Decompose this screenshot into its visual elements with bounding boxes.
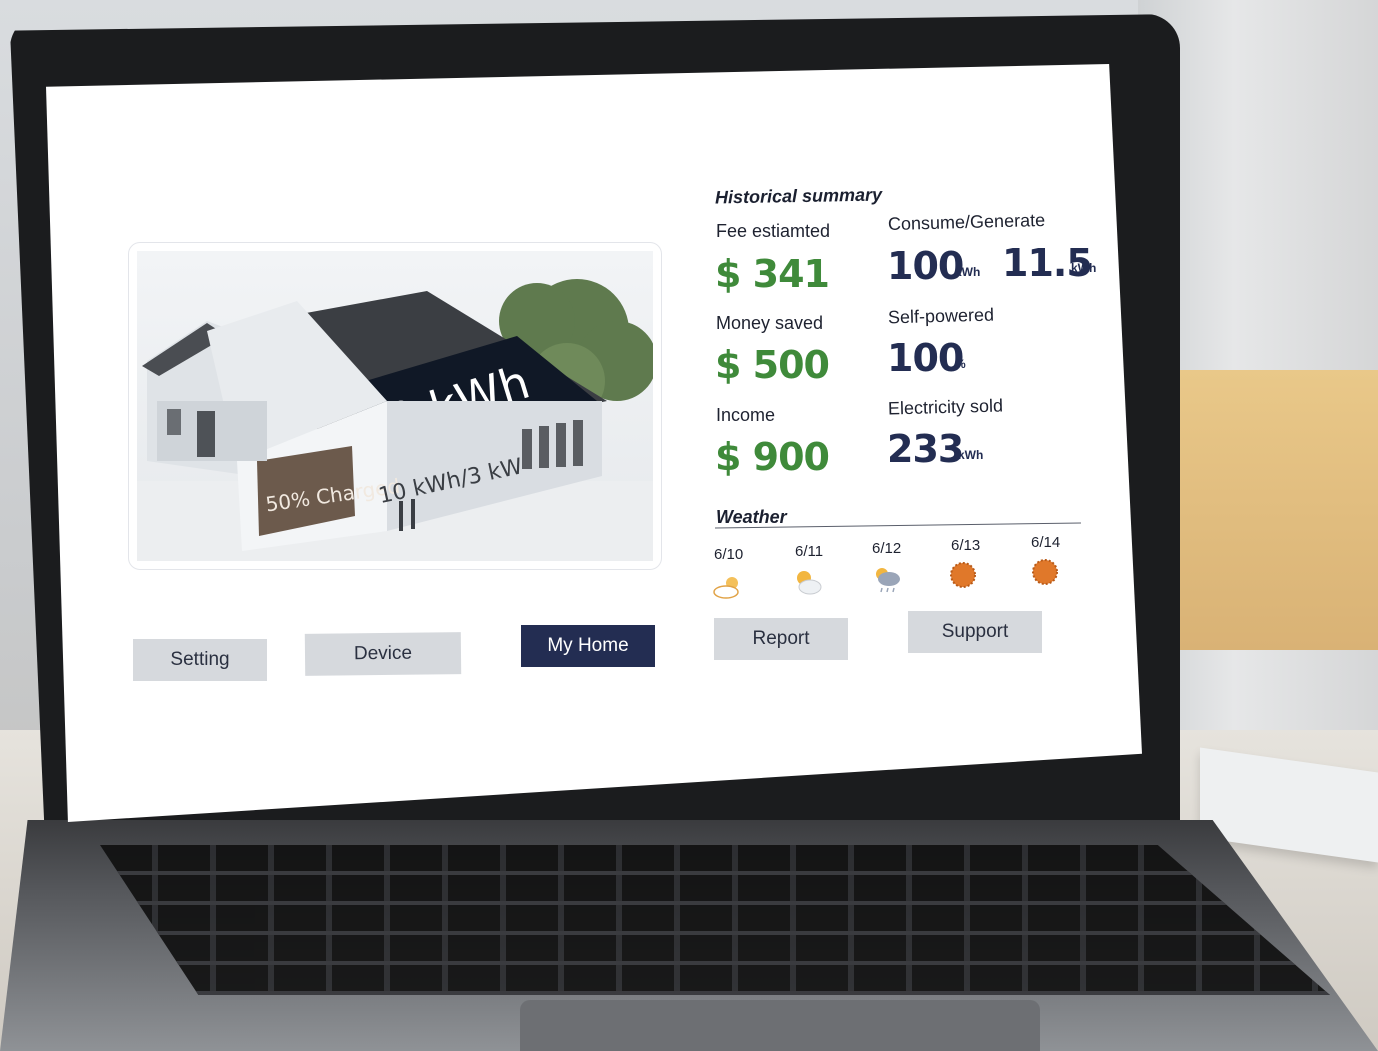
support-button[interactable]: Support: [908, 611, 1042, 653]
trackpad: [520, 1000, 1040, 1051]
self-powered-value: 100: [887, 336, 964, 380]
weather-date-2: 6/11: [795, 543, 824, 560]
partly-cloudy-icon: [713, 577, 739, 599]
electricity-sold-unit: kWh: [958, 448, 984, 462]
house-card: 5.0 kWh 50% Charged 10 kWh/3 kW: [128, 242, 662, 570]
generate-unit: kWh: [1071, 261, 1097, 275]
consume-unit: kWh: [955, 265, 981, 279]
self-powered-label: Self-powered: [887, 304, 995, 328]
my-home-button[interactable]: My Home: [521, 625, 655, 667]
income-label: Income: [716, 405, 776, 425]
report-button[interactable]: Report: [714, 618, 848, 660]
electricity-sold-label: Electricity sold: [887, 395, 1004, 419]
weather-date-5: 6/14: [1031, 534, 1061, 551]
consume-generate-label: Consume/Generate: [887, 209, 1046, 235]
device-button[interactable]: Device: [304, 632, 462, 676]
weather-date-4: 6/13: [951, 537, 981, 554]
background-folder: [1150, 370, 1378, 650]
fee-estimated-value: $ 341: [715, 252, 830, 296]
house-illustration: 5.0 kWh 50% Charged 10 kWh/3 kW: [137, 251, 653, 561]
fee-estimated-label: Fee estiamted: [716, 221, 831, 241]
sun-cloud-icon: [797, 571, 822, 595]
setting-button[interactable]: Setting: [133, 639, 267, 681]
weather-date-1: 6/10: [714, 546, 744, 563]
weather-title: Weather: [716, 507, 787, 527]
weather-date-3: 6/12: [872, 540, 902, 557]
consume-value: 100: [887, 244, 964, 288]
historical-summary-title: Historical summary: [714, 184, 883, 208]
rain-cloud-icon: [876, 568, 900, 593]
self-powered-unit: %: [955, 357, 966, 371]
electricity-sold-value: 233: [887, 427, 964, 471]
sun-icon: [1032, 559, 1058, 585]
sun-icon: [950, 562, 976, 588]
income-value: $ 900: [715, 435, 830, 479]
money-saved-label: Money saved: [716, 313, 824, 333]
keyboard-rows: [100, 845, 1330, 995]
money-saved-value: $ 500: [715, 343, 830, 387]
